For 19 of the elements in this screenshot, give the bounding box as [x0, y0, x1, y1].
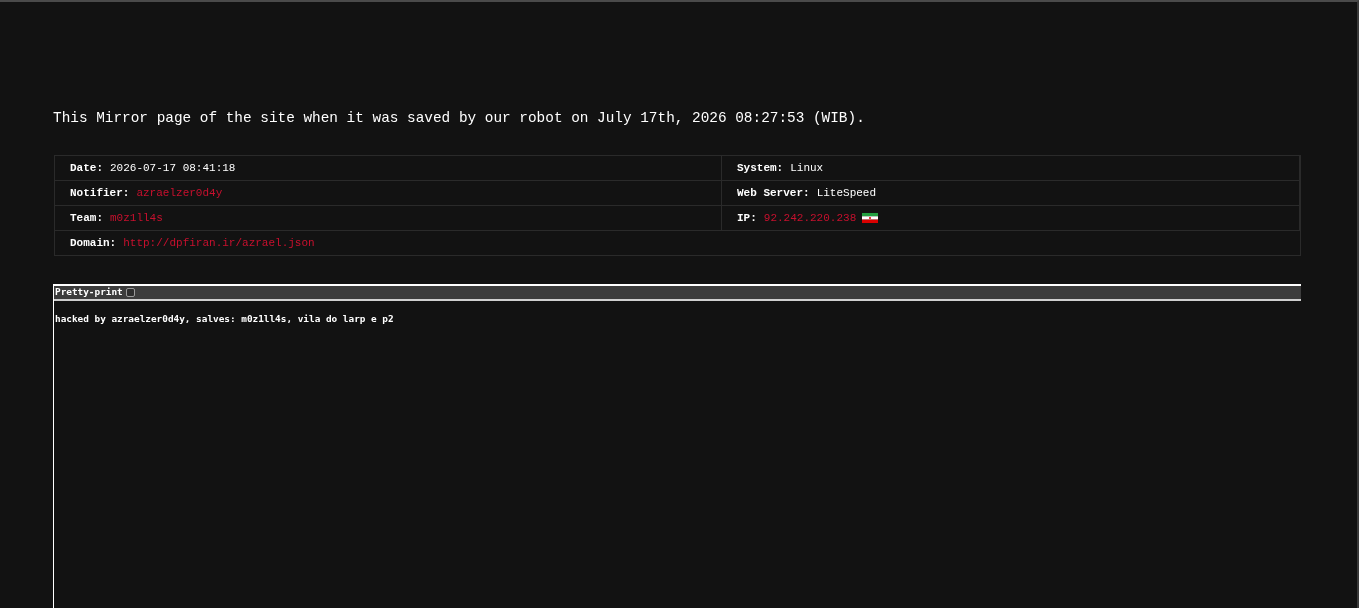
- value-link[interactable]: azraelzer0d4y: [136, 184, 223, 202]
- pretty-print-checkbox[interactable]: [125, 288, 135, 297]
- field-label: IP:: [737, 210, 757, 226]
- value-text: LiteSpeed: [816, 185, 877, 201]
- json-content: hacked by azraelzer0d4y, salves: m0z1ll4s, vila do larp e p2: [55, 312, 394, 326]
- ip-link[interactable]: 92.242.220.238: [763, 209, 857, 227]
- field-label: Domain:: [70, 235, 117, 251]
- pretty-print-label[interactable]: Pretty-print: [55, 285, 123, 300]
- value-text: 2026-07-17 08:41:18: [110, 160, 236, 176]
- field-label: System:: [737, 160, 784, 176]
- field-label: Notifier:: [70, 185, 130, 201]
- value-text: Linux: [790, 160, 824, 176]
- field-label: Web Server:: [737, 185, 810, 201]
- page-heading: This Mirror page of the site when it was saved by our robot on July 17th, 2026 08:27:53 (WIB).: [53, 109, 865, 128]
- value-link[interactable]: m0z1ll4s: [110, 209, 163, 227]
- field-label: Date:: [70, 160, 103, 176]
- field-label: Team:: [70, 210, 103, 226]
- flag-icon: [862, 213, 879, 223]
- value-link[interactable]: http://dpfiran.ir/azrael.json: [123, 234, 315, 252]
